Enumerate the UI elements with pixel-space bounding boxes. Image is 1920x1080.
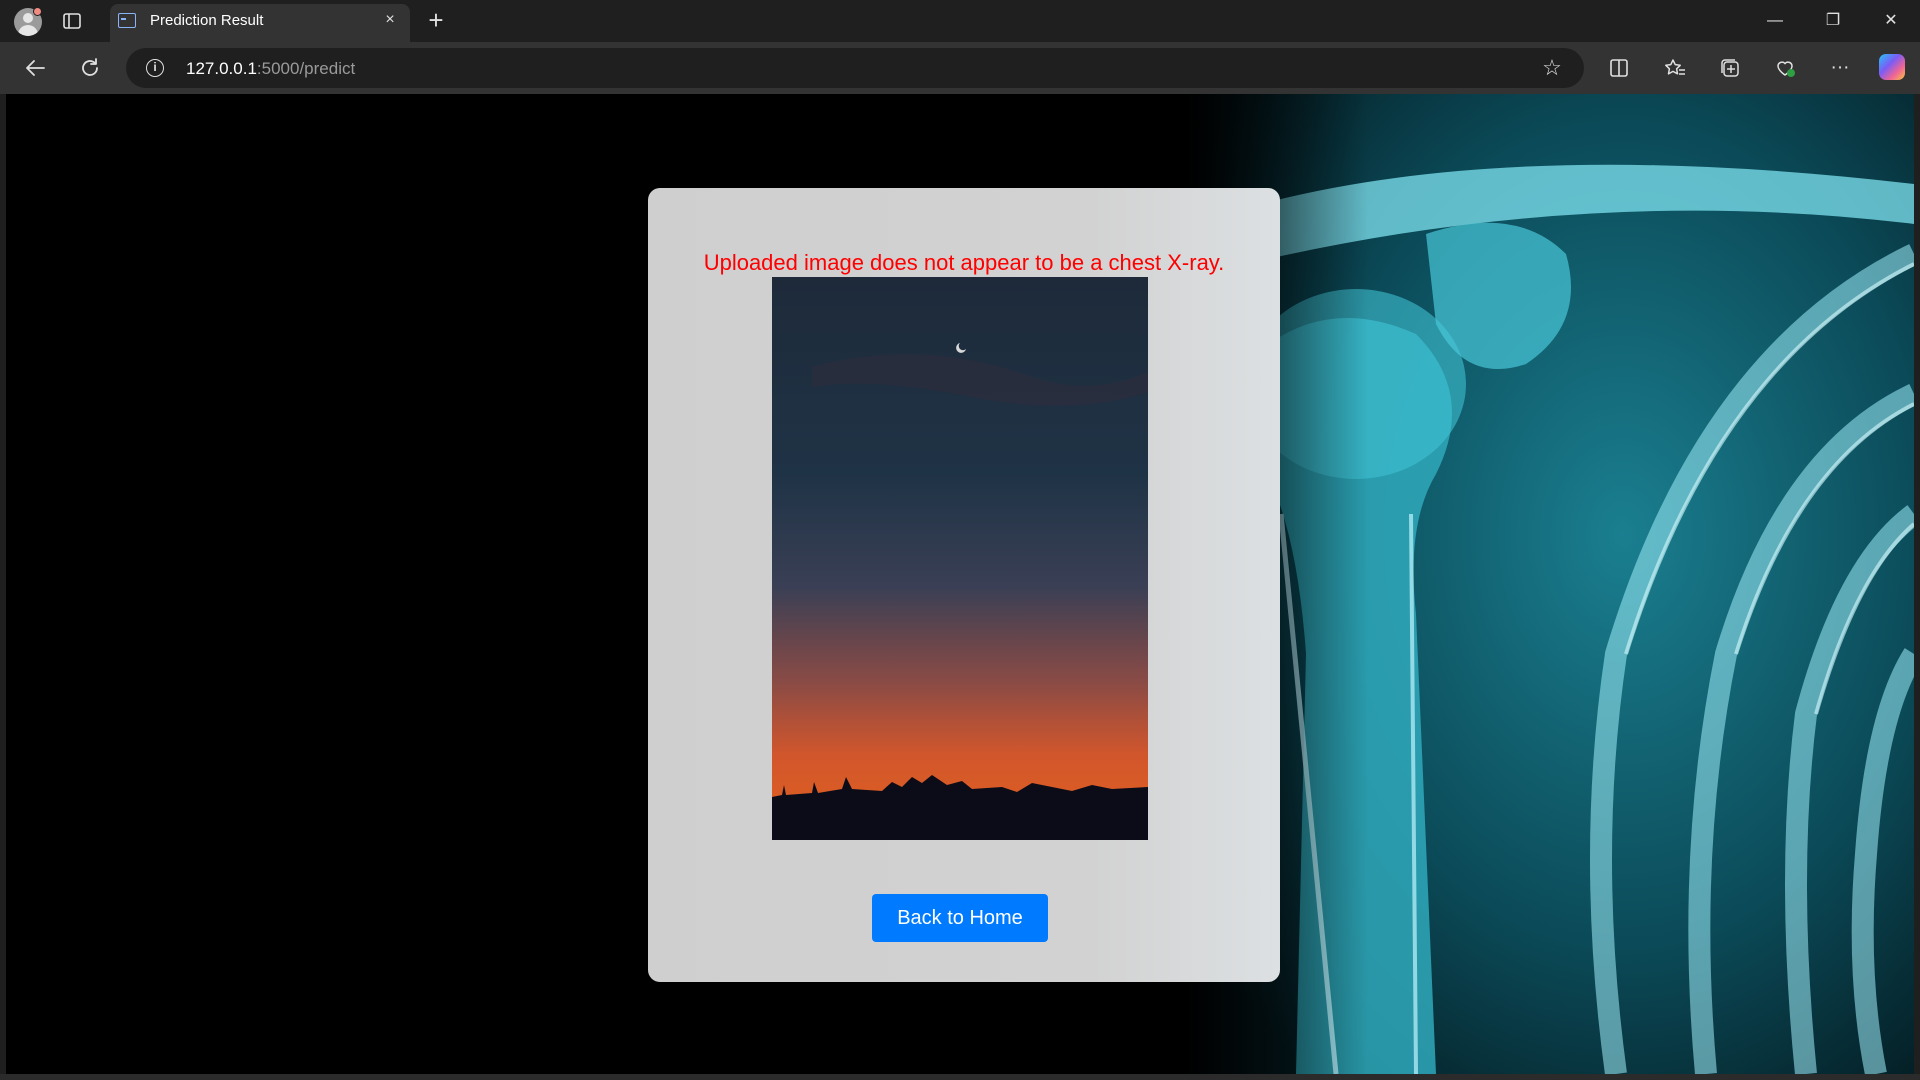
uploaded-image-preview <box>772 277 1148 840</box>
xray-background-image <box>1186 94 1914 1074</box>
tab-close-icon[interactable]: × <box>380 10 400 30</box>
tab-title: Prediction Result <box>150 12 264 29</box>
page-viewport: Uploaded image does not appear to be a c… <box>6 94 1914 1074</box>
browser-toolbar: i 127.0.0.1:5000/predict ☆ ··· <box>0 42 1920 94</box>
tab-actions-icon[interactable] <box>62 11 82 31</box>
info-icon[interactable]: i <box>146 59 164 77</box>
bottom-edge <box>0 1074 1920 1080</box>
favorites-icon[interactable] <box>1660 53 1690 83</box>
url-path: :5000/predict <box>256 59 356 78</box>
back-icon[interactable] <box>20 53 50 83</box>
error-message: Uploaded image does not appear to be a c… <box>703 250 1225 275</box>
copilot-icon[interactable] <box>1879 54 1905 80</box>
collections-icon[interactable] <box>1715 53 1745 83</box>
new-tab-button[interactable]: + <box>423 7 449 33</box>
split-screen-icon[interactable] <box>1604 53 1634 83</box>
more-icon[interactable]: ··· <box>1825 53 1855 83</box>
refresh-icon[interactable] <box>75 53 105 83</box>
profile-notification-dot <box>33 7 42 16</box>
title-bar: Prediction Result × + — ❐ ✕ <box>0 0 1920 42</box>
tab-favicon-icon <box>118 13 136 28</box>
back-to-home-button[interactable]: Back to Home <box>872 894 1048 942</box>
url-host: 127.0.0.1 <box>186 59 257 78</box>
restore-button[interactable]: ❐ <box>1818 8 1848 34</box>
address-bar[interactable]: i 127.0.0.1:5000/predict ☆ <box>126 48 1584 88</box>
browser-essentials-icon[interactable] <box>1770 53 1800 83</box>
close-window-button[interactable]: ✕ <box>1876 8 1906 34</box>
minimize-button[interactable]: — <box>1760 8 1790 34</box>
favorite-star-icon[interactable]: ☆ <box>1540 56 1564 80</box>
url-text[interactable]: 127.0.0.1:5000/predict <box>186 59 355 79</box>
result-card: Uploaded image does not appear to be a c… <box>648 188 1280 982</box>
